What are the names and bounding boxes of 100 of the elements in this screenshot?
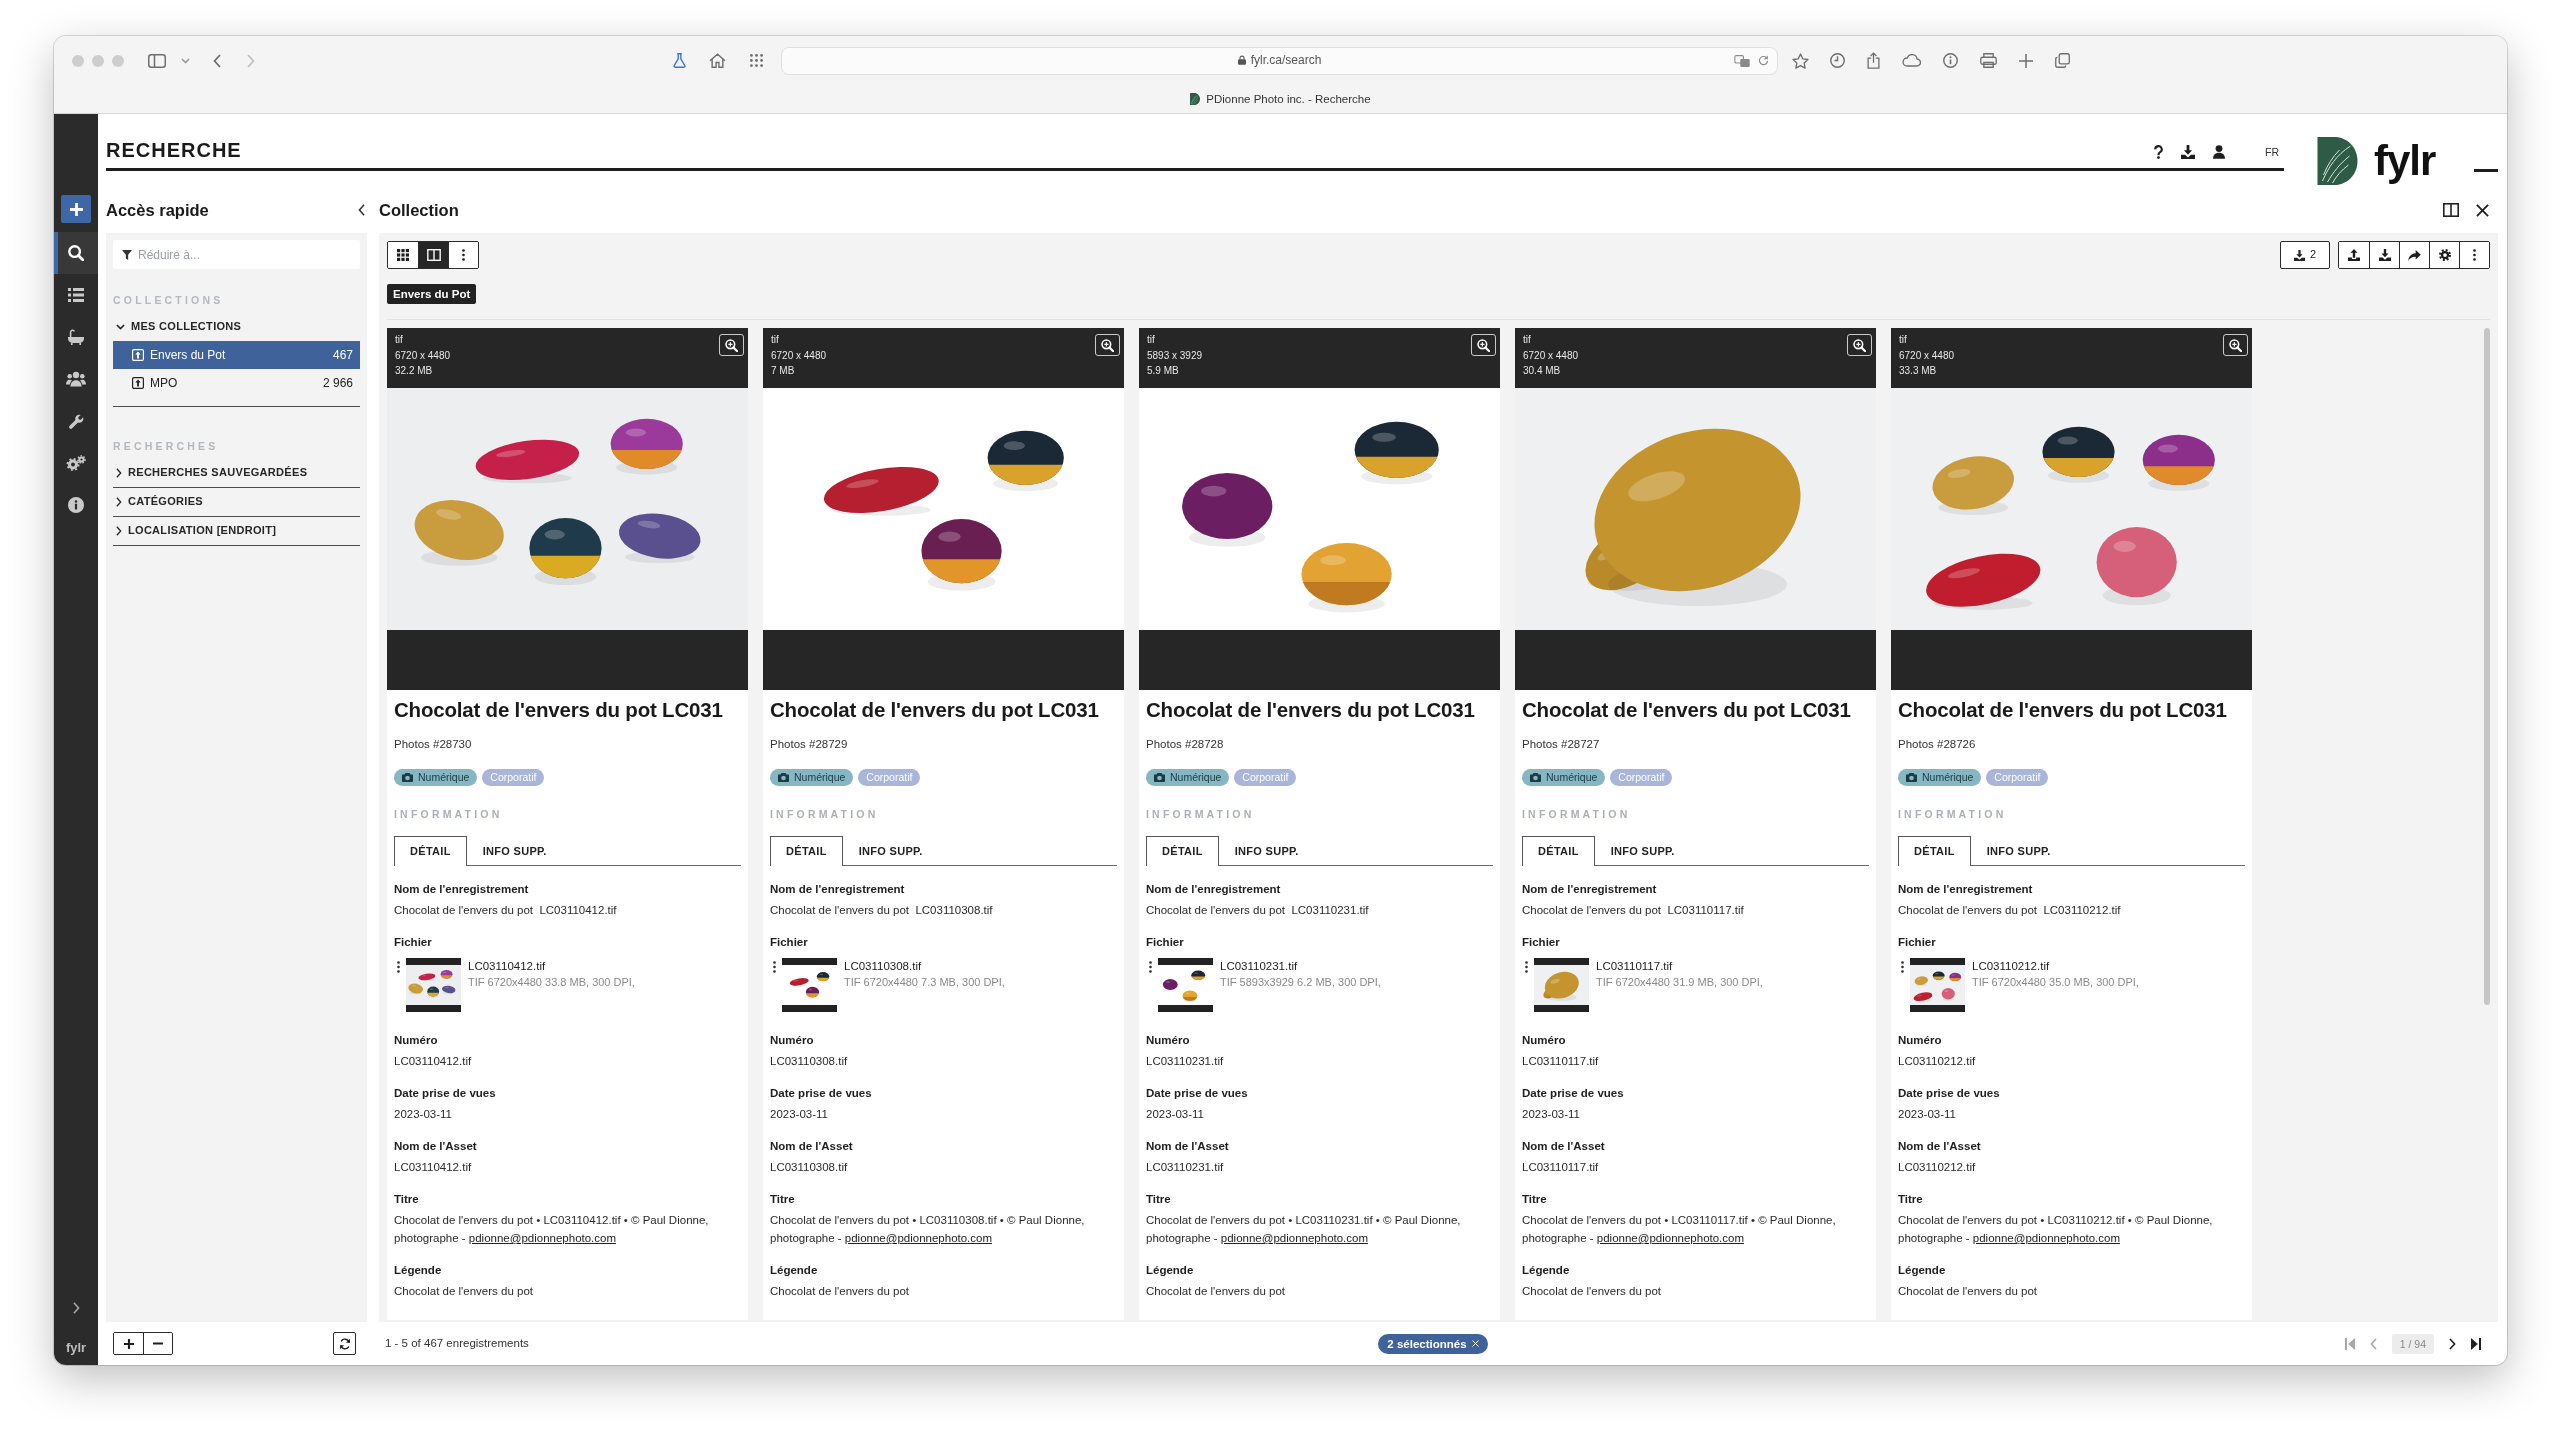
asset-title[interactable]: Chocolat de l'envers du pot LC031	[1522, 697, 1851, 723]
cloud-icon[interactable]	[1902, 54, 1921, 67]
view-toggle[interactable]	[388, 242, 418, 268]
more-icon[interactable]	[397, 961, 400, 973]
users-icon	[66, 371, 86, 387]
printer-icon[interactable]	[1980, 53, 1997, 68]
asset-card[interactable]	[387, 328, 748, 1320]
tab[interactable]: DÉTAIL	[1522, 836, 1595, 866]
grid-icon[interactable]	[750, 54, 763, 67]
upload-button[interactable]	[2339, 242, 2369, 268]
scrollbar-thumb[interactable]	[2484, 328, 2490, 1005]
more-button[interactable]	[448, 242, 478, 268]
asset-card[interactable]	[1515, 328, 1876, 1320]
section-heading: RECHERCHES	[113, 439, 219, 453]
file-thumbnail[interactable]	[406, 958, 461, 1012]
tab[interactable]: DÉTAIL	[1898, 836, 1971, 866]
selection-chip[interactable]: 2 sélectionnés	[1378, 1333, 1488, 1354]
clock-icon[interactable]	[1830, 53, 1845, 68]
home-icon[interactable]	[709, 53, 726, 68]
tree-toggle[interactable]: MES COLLECTIONS	[113, 313, 360, 341]
address-bar[interactable]: fylr.ca/search	[781, 46, 1778, 75]
share-icon	[2408, 249, 2421, 261]
reload-icon[interactable]	[1758, 55, 1769, 66]
share-icon[interactable]	[1867, 52, 1880, 69]
view-toggle[interactable]	[418, 242, 448, 268]
expand-icon[interactable]	[72, 1302, 80, 1314]
more-icon[interactable]	[773, 961, 776, 973]
file-thumbnail[interactable]	[1910, 958, 1965, 1012]
section-heading: INFORMATION	[394, 807, 503, 821]
sidebar-icon[interactable]	[148, 53, 166, 68]
more-icon[interactable]	[1149, 961, 1152, 973]
split-view-icon[interactable]	[2443, 203, 2459, 217]
tab[interactable]: INFO SUPP.	[466, 836, 563, 865]
tree-toggle[interactable]: CATÉGORIES	[113, 488, 360, 516]
tabs-icon[interactable]	[2055, 53, 2070, 68]
collection-item[interactable]: Envers du Pot 467	[113, 341, 360, 369]
help-icon[interactable]	[2154, 145, 2163, 159]
download-button[interactable]: 2	[2280, 241, 2330, 269]
user-icon[interactable]	[2213, 145, 2225, 159]
translate-icon[interactable]	[1734, 54, 1750, 67]
tab[interactable]: INFO SUPP.	[1970, 836, 2067, 865]
more-button[interactable]	[2459, 242, 2489, 268]
file-name[interactable]: LC03110231.tif	[1220, 958, 1298, 974]
file-name[interactable]: LC03110117.tif	[1596, 958, 1673, 974]
file-thumbnail[interactable]	[1534, 958, 1589, 1012]
zoom-button[interactable]	[1471, 334, 1496, 356]
last-page-button[interactable]	[2471, 1337, 2481, 1350]
tree-toggle[interactable]: RECHERCHES SAUVEGARDÉES	[113, 459, 360, 487]
tab[interactable]: DÉTAIL	[770, 836, 843, 866]
tab[interactable]: DÉTAIL	[394, 836, 467, 866]
field-value: Chocolat de l'envers du pot • LC03110212.tif • © Paul Dionne, photographe - pdionne@pdionnephoto.com	[1898, 1213, 2214, 1246]
filter-field[interactable]: Réduire à...	[113, 240, 360, 269]
flask-icon[interactable]	[673, 53, 686, 68]
tab[interactable]: INFO SUPP.	[1218, 836, 1315, 865]
asset-title[interactable]: Chocolat de l'envers du pot LC031	[770, 697, 1099, 723]
download-icon[interactable]	[2181, 145, 2195, 159]
field-value: LC03110412.tif	[394, 1160, 472, 1175]
info-icon[interactable]	[1943, 53, 1958, 68]
star-icon[interactable]	[1792, 52, 1809, 69]
collection-item[interactable]: MPO 2 966	[113, 369, 360, 397]
field-value: 2023-03-11	[1898, 1107, 1956, 1122]
nav-button[interactable]	[54, 232, 98, 274]
refresh-button[interactable]	[333, 1332, 356, 1355]
settings-button[interactable]	[2429, 242, 2459, 268]
asset-card[interactable]	[763, 328, 1124, 1320]
plus-icon[interactable]	[2019, 53, 2033, 68]
next-page-button[interactable]	[2449, 1337, 2456, 1350]
chevron-down-icon[interactable]	[181, 57, 190, 64]
email-link[interactable]: pdionne@pdionnephoto.com	[1220, 1232, 1369, 1244]
asset-title[interactable]: Chocolat de l'envers du pot LC031	[1146, 697, 1475, 723]
tab[interactable]: DÉTAIL	[1146, 836, 1219, 866]
asset-title[interactable]: Chocolat de l'envers du pot LC031	[394, 697, 723, 723]
zoom-button[interactable]	[2223, 334, 2248, 356]
more-icon[interactable]	[1525, 961, 1528, 973]
email-link[interactable]: pdionne@pdionnephoto.com	[1972, 1232, 2121, 1244]
zoom-button[interactable]	[1847, 334, 1872, 356]
collapse-icon[interactable]	[358, 204, 365, 216]
asset-title[interactable]: Chocolat de l'envers du pot LC031	[1898, 697, 2227, 723]
zoom-button[interactable]	[1095, 334, 1120, 356]
share-button[interactable]	[2399, 242, 2429, 268]
file-name[interactable]: LC03110212.tif	[1972, 958, 2050, 974]
remove-button[interactable]	[143, 1333, 172, 1354]
file-name[interactable]: LC03110412.tif	[468, 958, 546, 974]
logo-text: fylr	[65, 1340, 87, 1356]
tree-toggle[interactable]: LOCALISATION [ENDROIT]	[113, 517, 360, 545]
tab[interactable]: INFO SUPP.	[1594, 836, 1691, 865]
language-menu[interactable]: FR	[2265, 145, 2279, 159]
asset-card[interactable]	[1139, 328, 1500, 1320]
asset-card[interactable]	[1891, 328, 2252, 1320]
close-icon[interactable]	[2476, 203, 2489, 217]
email-link[interactable]: pdionne@pdionnephoto.com	[1596, 1232, 1745, 1244]
email-link[interactable]: pdionne@pdionnephoto.com	[468, 1232, 617, 1244]
more-icon[interactable]	[1901, 961, 1904, 973]
file-name[interactable]: LC03110308.tif	[844, 958, 922, 974]
tab-title[interactable]: PDionne Photo inc. - Recherche	[1206, 90, 1371, 108]
tab[interactable]: INFO SUPP.	[842, 836, 939, 865]
download-button[interactable]	[2369, 242, 2399, 268]
email-link[interactable]: pdionne@pdionnephoto.com	[844, 1232, 993, 1244]
zoom-button[interactable]	[719, 334, 744, 356]
back-icon[interactable]	[213, 53, 221, 68]
